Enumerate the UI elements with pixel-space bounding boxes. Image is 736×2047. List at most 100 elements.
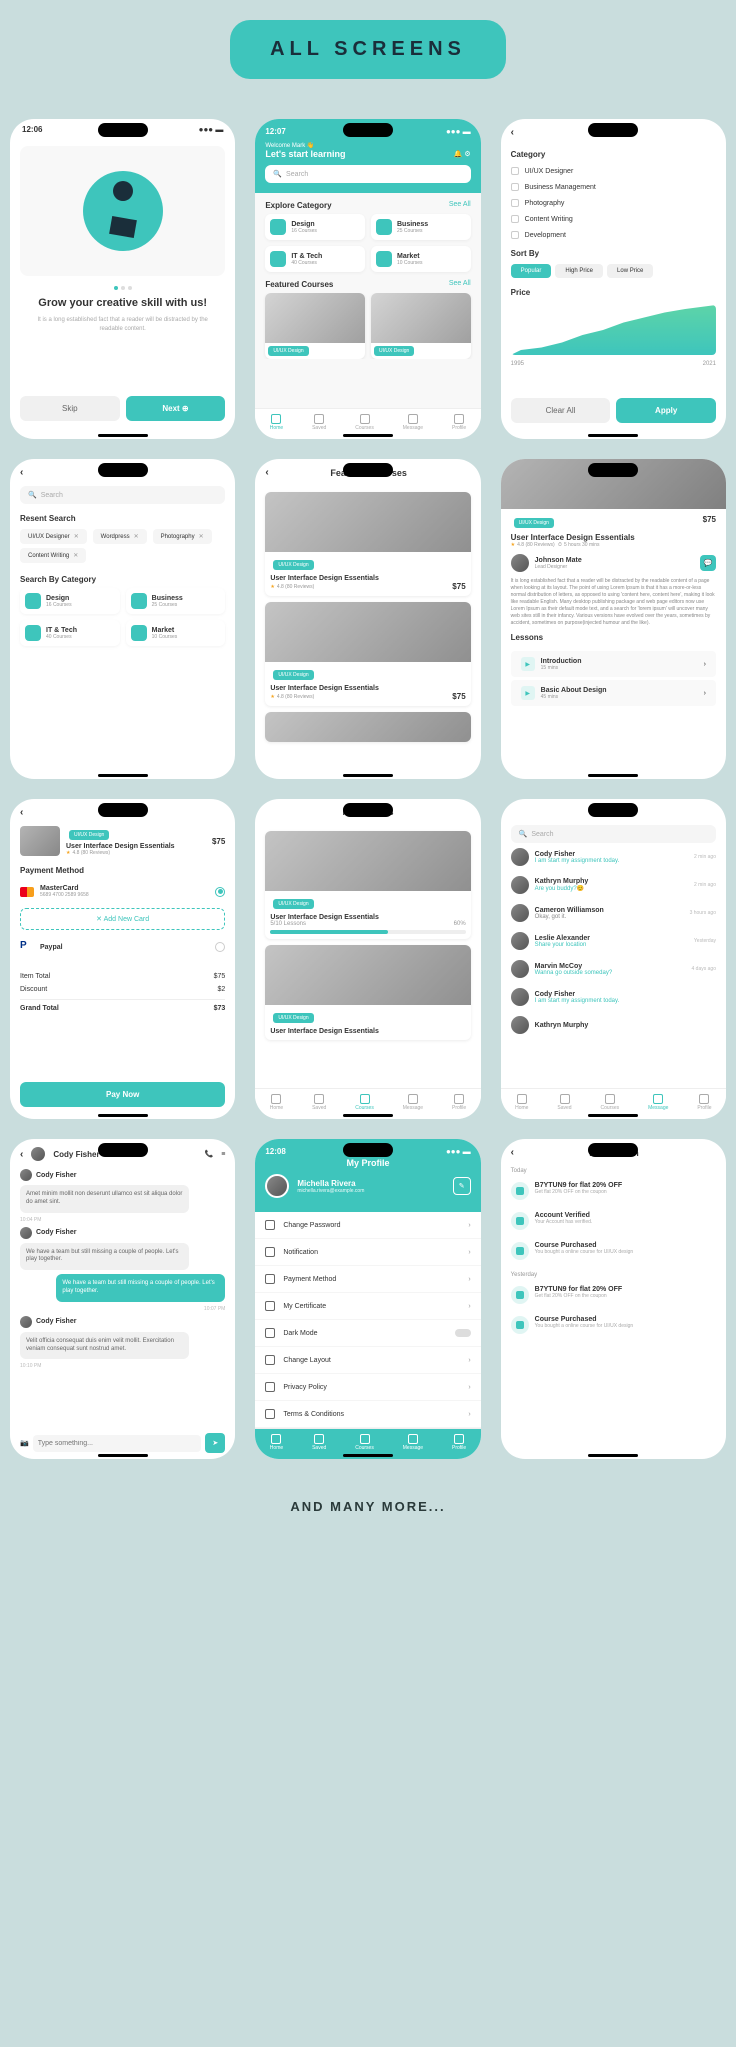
pagination-dots[interactable] (16, 286, 229, 290)
search-chip[interactable]: UI/UX Designer✕ (20, 529, 87, 544)
message-item[interactable]: Cody FisherI am start my assignment toda… (501, 843, 726, 871)
price-histogram[interactable] (511, 305, 716, 355)
nav-saved[interactable]: Saved (312, 1434, 326, 1451)
profile-privacy[interactable]: Privacy Policy› (255, 1374, 480, 1401)
back-button[interactable]: ‹ (265, 467, 268, 478)
nav-home[interactable]: Home (270, 414, 283, 431)
nav-profile[interactable]: Profile (452, 1434, 466, 1451)
nav-home[interactable]: Home (270, 1434, 283, 1451)
add-card-button[interactable]: ✕ Add New Card (20, 908, 225, 930)
profile-layout[interactable]: Change Layout› (255, 1347, 480, 1374)
nav-message[interactable]: Message (403, 414, 423, 431)
chat-input[interactable] (33, 1435, 202, 1452)
course-card[interactable]: UI/UX Design User Interface Design Essen… (265, 831, 470, 939)
category-business[interactable]: Business25 Courses (126, 588, 226, 614)
clear-button[interactable]: Clear All (511, 398, 611, 423)
notification-item[interactable]: Course PurchasedYou bought a online cour… (501, 1236, 726, 1266)
back-button[interactable]: ‹ (20, 467, 23, 478)
course-card[interactable]: UI/UX Design User Interface Design Essen… (265, 602, 470, 706)
search-input[interactable]: 🔍 Search (20, 486, 225, 504)
nav-message[interactable]: Message (648, 1094, 668, 1111)
notification-item[interactable]: Course PurchasedYou bought a online cour… (501, 1310, 726, 1340)
search-chip[interactable]: Content Writing✕ (20, 548, 86, 563)
profile-payment[interactable]: Payment Method› (255, 1266, 480, 1293)
profile-password[interactable]: Change Password› (255, 1212, 480, 1239)
category-market[interactable]: Market10 Courses (126, 620, 226, 646)
next-button[interactable]: Next ⊕ (126, 396, 226, 421)
nav-courses[interactable]: Courses (355, 1434, 374, 1451)
toggle[interactable] (455, 1329, 471, 1337)
back-button[interactable]: ‹ (511, 1147, 514, 1158)
course-card[interactable]: UI/UX Design User Interface Design Essen… (265, 492, 470, 596)
payment-paypal[interactable]: P Paypal (10, 934, 235, 960)
payment-mastercard[interactable]: MasterCard5689 4700 2589 9658 (10, 879, 235, 904)
profile-notification[interactable]: Notification› (255, 1239, 480, 1266)
filter-option[interactable]: Content Writing (501, 211, 726, 227)
skip-button[interactable]: Skip (20, 396, 120, 421)
nav-home[interactable]: Home (515, 1094, 528, 1111)
nav-home[interactable]: Home (270, 1094, 283, 1111)
message-item[interactable]: Marvin McCoyWanna go outside someday?4 d… (501, 955, 726, 983)
back-button[interactable]: ‹ (511, 127, 514, 138)
message-item[interactable]: Cody FisherI am start my assignment toda… (501, 983, 726, 1011)
pay-button[interactable]: Pay Now (20, 1082, 225, 1107)
filter-option[interactable]: Photography (501, 195, 726, 211)
category-it[interactable]: IT & Tech40 Courses (265, 246, 365, 272)
camera-icon[interactable]: 📷 (20, 1439, 29, 1447)
send-button[interactable]: ➤ (205, 1433, 225, 1453)
notification-item[interactable]: Account VerifiedYour Account has verifie… (501, 1206, 726, 1236)
category-business[interactable]: Business25 Courses (371, 214, 471, 240)
apply-button[interactable]: Apply (616, 398, 716, 423)
nav-profile[interactable]: Profile (697, 1094, 711, 1111)
nav-message[interactable]: Message (403, 1094, 423, 1111)
nav-courses[interactable]: Courses (601, 1094, 620, 1111)
edit-profile-button[interactable]: ✎ (453, 1177, 471, 1195)
course-card[interactable]: UI/UX Design (265, 293, 365, 359)
message-author-button[interactable]: 💬 (700, 555, 716, 571)
search-input[interactable]: 🔍 Search (511, 825, 716, 843)
message-item[interactable]: Kathryn Murphy (501, 1011, 726, 1039)
message-item[interactable]: Kathryn MurphyAre you buddy?😊2 min ago (501, 871, 726, 899)
back-button[interactable]: ‹ (20, 1149, 23, 1160)
search-chip[interactable]: Wordpress✕ (93, 529, 147, 544)
nav-message[interactable]: Message (403, 1434, 423, 1451)
nav-saved[interactable]: Saved (312, 414, 326, 431)
profile-darkmode[interactable]: Dark Mode (255, 1320, 480, 1347)
filter-icon[interactable]: ⚙ (464, 151, 470, 158)
profile-terms[interactable]: Terms & Conditions› (255, 1401, 480, 1428)
menu-icon[interactable]: ≡ (221, 1151, 225, 1158)
nav-courses[interactable]: Courses (355, 414, 374, 431)
filter-option[interactable]: Business Management (501, 179, 726, 195)
nav-saved[interactable]: Saved (557, 1094, 571, 1111)
nav-courses[interactable]: Courses (355, 1094, 374, 1111)
nav-profile[interactable]: Profile (452, 414, 466, 431)
see-all-link[interactable]: See All (449, 201, 471, 210)
course-card[interactable]: UI/UX Design (371, 293, 471, 359)
profile-certificate[interactable]: My Certificate› (255, 1293, 480, 1320)
sort-high[interactable]: High Price (555, 264, 603, 278)
category-design[interactable]: Design16 Courses (265, 214, 365, 240)
lesson-item[interactable]: ▶Basic About Design45 mins› (511, 680, 716, 706)
notification-item[interactable]: B7YTUN9 for flat 20% OFFGet flat 20% OFF… (501, 1176, 726, 1206)
bell-icon[interactable]: 🔔 (454, 151, 463, 158)
notification-item[interactable]: B7YTUN9 for flat 20% OFFGet flat 20% OFF… (501, 1280, 726, 1310)
category-market[interactable]: Market10 Courses (371, 246, 471, 272)
filter-option[interactable]: UI/UX Designer (501, 163, 726, 179)
sort-popular[interactable]: Popular (511, 264, 552, 278)
course-card[interactable]: UI/UX Design User Interface Design Essen… (265, 945, 470, 1040)
nav-profile[interactable]: Profile (452, 1094, 466, 1111)
call-icon[interactable]: 📞 (205, 1150, 214, 1158)
filter-option[interactable]: Development (501, 227, 726, 243)
category-it[interactable]: IT & Tech40 Courses (20, 620, 120, 646)
lesson-item[interactable]: ▶Introduction15 mins› (511, 651, 716, 677)
message-item[interactable]: Cameron WilliamsonOkay, got it.3 hours a… (501, 899, 726, 927)
search-chip[interactable]: Photography✕ (153, 529, 212, 544)
nav-saved[interactable]: Saved (312, 1094, 326, 1111)
back-button[interactable]: ‹ (20, 807, 23, 818)
category-design[interactable]: Design16 Courses (20, 588, 120, 614)
sort-low[interactable]: Low Price (607, 264, 653, 278)
see-all-link[interactable]: See All (449, 280, 471, 289)
search-input[interactable]: 🔍 Search (265, 165, 470, 183)
course-card[interactable] (265, 712, 470, 742)
message-item[interactable]: Leslie AlexanderShare your locationYeste… (501, 927, 726, 955)
